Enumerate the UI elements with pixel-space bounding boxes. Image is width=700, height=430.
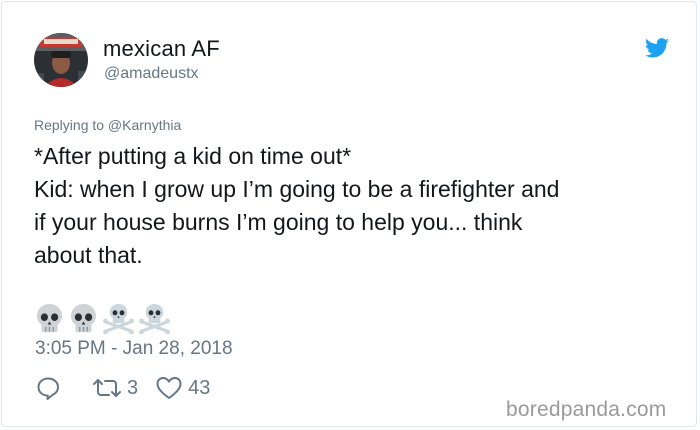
tweet-timestamp[interactable]: 3:05 PM - Jan 28, 2018 [35, 338, 233, 360]
tweet-text-line: if your house burns I’m going to help yo… [34, 209, 523, 235]
twitter-logo-icon[interactable] [645, 38, 669, 58]
avatar[interactable] [34, 33, 88, 87]
retweet-button[interactable]: 3 [90, 376, 138, 400]
watermark: boredpanda.com [506, 398, 667, 421]
replying-to-label[interactable]: Replying to @Karnythia [34, 117, 181, 133]
tweet-card: mexican AF @amadeustx Replying to @Karny… [1, 1, 697, 427]
avatar-photo [34, 33, 88, 87]
retweet-count: 3 [127, 376, 139, 399]
emoji-row [34, 302, 171, 336]
skull-and-crossbones-emoji [103, 304, 134, 334]
heart-icon [156, 377, 182, 399]
skull-emoji [71, 304, 96, 333]
like-count: 43 [188, 376, 211, 399]
tweet-text: *After putting a kid on time out* Kid: w… [34, 140, 684, 272]
like-button[interactable]: 43 [155, 375, 210, 401]
user-handle[interactable]: @amadeustx [104, 65, 199, 83]
tweet-text-line: *After putting a kid on time out* [34, 143, 352, 169]
skull-and-crossbones-emoji [139, 304, 170, 334]
reply-icon [37, 377, 59, 400]
tweet-actions: 3 43 [35, 374, 210, 402]
retweet-icon [93, 379, 121, 397]
reply-button[interactable] [35, 375, 61, 401]
tweet-text-line: Kid: when I grow up I’m going to be a fi… [34, 176, 560, 202]
tweet-text-line: about that. [34, 242, 143, 268]
display-name[interactable]: mexican AF [103, 36, 220, 62]
skull-emoji [37, 304, 62, 333]
